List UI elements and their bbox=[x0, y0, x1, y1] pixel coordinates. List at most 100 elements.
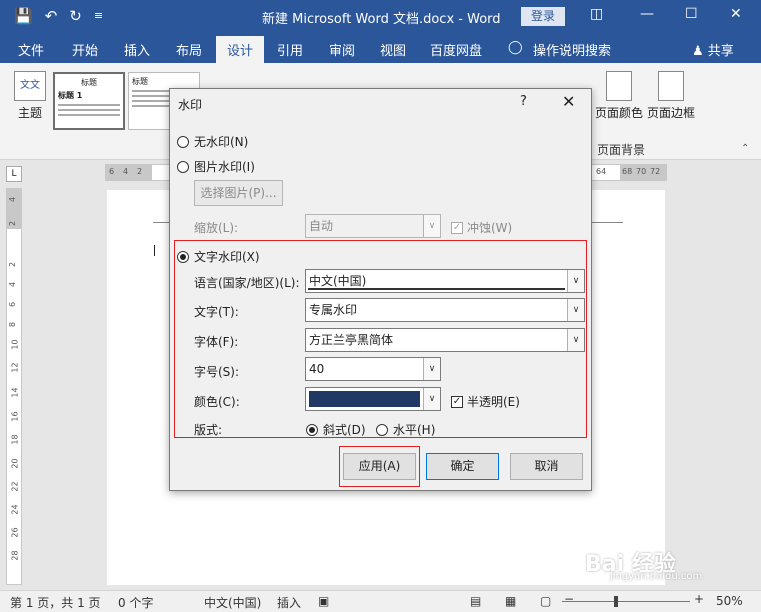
scale-value: 自动 bbox=[309, 219, 334, 233]
ruler-tick: 4 bbox=[8, 196, 18, 203]
font-label: 字体(F): bbox=[194, 335, 239, 349]
no-watermark-radio[interactable] bbox=[177, 135, 189, 148]
chevron-down-icon: ∨ bbox=[567, 299, 584, 321]
ruler-tick: 4 bbox=[123, 167, 129, 176]
text-watermark-radio[interactable] bbox=[177, 250, 189, 263]
ribbon-display-icon[interactable]: ◫ bbox=[590, 6, 603, 22]
zoom-slider[interactable] bbox=[562, 601, 690, 602]
macro-icon[interactable]: ▣ bbox=[318, 594, 329, 608]
zoom-slider-thumb[interactable] bbox=[614, 596, 618, 607]
tab-review[interactable]: 审阅 bbox=[329, 40, 355, 59]
tab-layout[interactable]: 布局 bbox=[176, 40, 202, 59]
themes-icon: 文文 bbox=[14, 71, 46, 101]
watermark-dialog: 水印 ? ✕ 无水印(N) 图片水印(I) 选择图片(P)... 缩放(L): … bbox=[169, 88, 592, 491]
ruler-tick: 68 bbox=[622, 167, 633, 176]
themes-button[interactable]: 文文 主题 bbox=[12, 71, 48, 121]
page-border-icon bbox=[658, 71, 684, 101]
tab-baidu-netdisk[interactable]: 百度网盘 bbox=[430, 40, 482, 59]
read-mode-icon[interactable]: ▤ bbox=[470, 594, 481, 608]
page-border-label: 页面边框 bbox=[647, 106, 696, 120]
login-button[interactable]: 登录 bbox=[521, 7, 565, 26]
share-button[interactable]: ♟ 共享 bbox=[692, 40, 734, 59]
horizontal-label: 水平(H) bbox=[393, 423, 436, 437]
horizontal-option[interactable]: 水平(H) bbox=[376, 421, 435, 438]
save-icon[interactable]: 💾 bbox=[14, 6, 33, 26]
semitransparent-checkbox[interactable]: ✓ bbox=[451, 395, 463, 408]
undo-icon[interactable]: ↶ bbox=[45, 6, 58, 26]
print-layout-icon[interactable]: ▦ bbox=[505, 594, 516, 608]
word-count[interactable]: 0 个字 bbox=[118, 594, 153, 611]
language-value: 中文(中国) bbox=[309, 274, 367, 288]
paint-bucket-icon bbox=[606, 71, 632, 101]
tab-file[interactable]: 文件 bbox=[18, 40, 44, 59]
ribbon-tabs: 文件 开始 插入 布局 设计 引用 审阅 视图 百度网盘 ◯ 操作说明搜索 ♟ … bbox=[0, 33, 761, 63]
tab-references[interactable]: 引用 bbox=[277, 40, 303, 59]
zoom-in-icon[interactable]: + bbox=[694, 592, 704, 606]
help-button[interactable]: ? bbox=[520, 94, 527, 109]
no-watermark-option[interactable]: 无水印(N) bbox=[177, 133, 248, 150]
picture-watermark-radio[interactable] bbox=[177, 160, 189, 173]
ruler-tick: 4 bbox=[8, 281, 18, 288]
chevron-down-icon: ∨ bbox=[423, 388, 440, 410]
ruler-tick: 16 bbox=[10, 411, 20, 422]
diagonal-radio[interactable] bbox=[306, 423, 318, 436]
washout-label: 冲蚀(W) bbox=[467, 221, 513, 235]
horizontal-radio[interactable] bbox=[376, 423, 388, 436]
insert-mode[interactable]: 插入 bbox=[277, 594, 301, 611]
close-icon[interactable]: ✕ bbox=[562, 92, 575, 111]
web-layout-icon[interactable]: ▢ bbox=[540, 594, 551, 608]
group-label-page-background: 页面背景 bbox=[597, 143, 646, 157]
text-label: 文字(T): bbox=[194, 305, 239, 319]
tab-design[interactable]: 设计 bbox=[216, 36, 265, 63]
color-swatch bbox=[309, 391, 420, 407]
font-select[interactable]: 方正兰亭黑简体 ∨ bbox=[305, 328, 585, 352]
zoom-level[interactable]: 50% bbox=[716, 594, 743, 608]
zoom-out-icon[interactable]: − bbox=[564, 592, 574, 606]
ruler-tick: 28 bbox=[10, 550, 20, 561]
apply-button[interactable]: 应用(A) bbox=[343, 453, 416, 480]
collapse-ribbon-icon[interactable]: ⌃ bbox=[741, 143, 749, 154]
customize-icon[interactable]: ≡ bbox=[94, 6, 103, 26]
tab-home[interactable]: 开始 bbox=[72, 40, 98, 59]
lightbulb-icon[interactable]: ◯ bbox=[508, 40, 523, 55]
semitransparent-option[interactable]: ✓ 半透明(E) bbox=[451, 393, 520, 410]
ruler-tick: 70 bbox=[636, 167, 647, 176]
chevron-down-icon: ∨ bbox=[567, 329, 584, 351]
text-watermark-option[interactable]: 文字水印(X) bbox=[177, 248, 260, 265]
share-label: 共享 bbox=[707, 44, 734, 59]
redo-icon[interactable]: ↻ bbox=[69, 6, 82, 26]
chevron-down-icon: ∨ bbox=[423, 358, 440, 380]
tell-me-search[interactable]: 操作说明搜索 bbox=[533, 40, 611, 59]
vertical-ruler[interactable]: 4 2 2 4 6 8 10 12 14 16 18 20 22 24 26 2… bbox=[6, 188, 22, 585]
size-combobox[interactable]: 40 ∨ bbox=[305, 357, 441, 381]
ok-button[interactable]: 确定 bbox=[426, 453, 499, 480]
maximize-icon[interactable]: ☐ bbox=[685, 6, 698, 22]
tab-view[interactable]: 视图 bbox=[380, 40, 406, 59]
select-picture-button[interactable]: 选择图片(P)... bbox=[194, 180, 283, 206]
color-select[interactable]: ∨ bbox=[305, 387, 441, 411]
tab-insert[interactable]: 插入 bbox=[124, 40, 150, 59]
text-cursor bbox=[154, 245, 155, 256]
chevron-down-icon: ∨ bbox=[567, 270, 584, 292]
minimize-icon[interactable]: — bbox=[640, 6, 654, 22]
scale-select[interactable]: 自动 ∨ bbox=[305, 214, 441, 238]
thumb-heading: 标题 1 bbox=[58, 91, 83, 100]
close-icon[interactable]: ✕ bbox=[730, 6, 742, 22]
style-thumbnail[interactable]: 标题 标题 1 bbox=[53, 72, 125, 130]
language-status[interactable]: 中文(中国) bbox=[204, 594, 261, 611]
page-color-button[interactable]: 页面颜色 bbox=[595, 71, 643, 121]
washout-checkbox[interactable]: ✓ bbox=[451, 221, 463, 234]
text-combobox[interactable]: 专属水印 ∨ bbox=[305, 298, 585, 322]
vertical-scrollbar[interactable] bbox=[747, 190, 759, 586]
tab-stop-selector[interactable]: L bbox=[6, 166, 22, 182]
picture-watermark-option[interactable]: 图片水印(I) bbox=[177, 158, 255, 175]
page-count[interactable]: 第 1 页，共 1 页 bbox=[10, 594, 101, 611]
page-border-button[interactable]: 页面边框 bbox=[647, 71, 695, 121]
ruler-tick: 6 bbox=[8, 301, 18, 308]
cancel-button[interactable]: 取消 bbox=[510, 453, 583, 480]
washout-option[interactable]: ✓ 冲蚀(W) bbox=[451, 219, 512, 236]
diagonal-option[interactable]: 斜式(D) bbox=[306, 421, 366, 438]
chevron-down-icon: ∨ bbox=[423, 215, 440, 237]
language-select[interactable]: 中文(中国) ∨ bbox=[305, 269, 585, 293]
size-label: 字号(S): bbox=[194, 365, 240, 379]
